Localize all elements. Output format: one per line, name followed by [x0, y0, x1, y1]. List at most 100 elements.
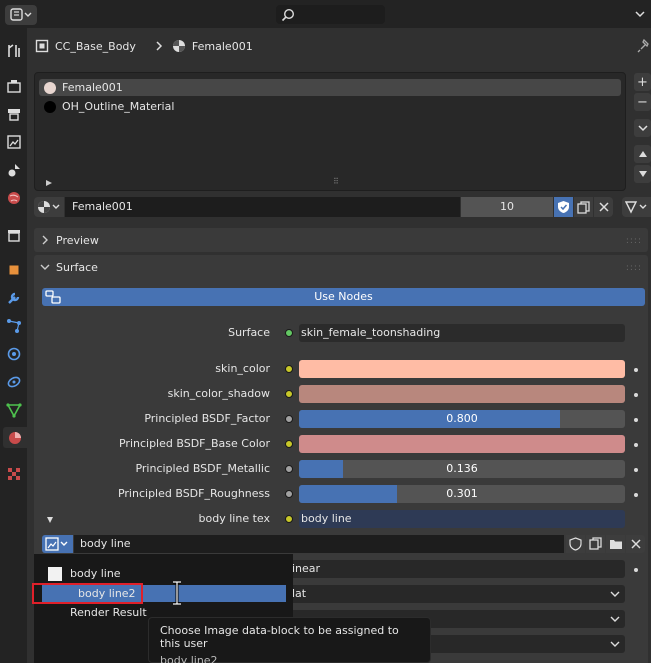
modifier-tab-icon[interactable]: [3, 287, 24, 308]
tooltip-value: body line2: [160, 654, 218, 663]
slot-specials-button[interactable]: [634, 119, 651, 137]
tool-tab-icon[interactable]: [3, 40, 24, 61]
scene-tab-icon[interactable]: [3, 159, 24, 180]
shield-icon: [569, 537, 582, 551]
fake-user-button[interactable]: [554, 197, 573, 217]
duplicate-icon: [589, 537, 602, 550]
open-image-button[interactable]: [606, 535, 625, 553]
constraints-tab-icon[interactable]: [3, 371, 24, 392]
material-name-field[interactable]: Female001: [65, 197, 460, 217]
value-socket-icon[interactable]: [285, 415, 293, 423]
tooltip: Choose Image data-block to be assigned t…: [148, 617, 431, 663]
move-slot-down-button[interactable]: [634, 165, 651, 183]
value-socket-icon[interactable]: [285, 465, 293, 473]
expand-triangle-icon[interactable]: [46, 514, 54, 527]
slot-name: Female001: [62, 81, 123, 94]
animate-dot-icon[interactable]: [634, 468, 638, 472]
new-image-button[interactable]: [586, 535, 605, 553]
preview-panel-header[interactable]: Preview ::::: [34, 228, 648, 252]
texture-tab-icon[interactable]: [3, 463, 24, 484]
interpolation-dropdown[interactable]: inear: [288, 560, 625, 578]
animate-dot-icon[interactable]: [634, 493, 638, 497]
add-slot-button[interactable]: +: [634, 73, 651, 91]
chevron-down-icon: [637, 125, 648, 132]
color-socket-icon[interactable]: [285, 365, 293, 373]
body-line-tex-link[interactable]: body line: [299, 510, 625, 528]
animate-dot-icon[interactable]: [634, 443, 638, 447]
breadcrumb-material-name: Female001: [191, 39, 253, 53]
duplicate-material-button[interactable]: [574, 197, 593, 217]
skin-color-swatch[interactable]: [299, 360, 625, 378]
prop-label-skin-color-shadow: skin_color_shadow: [167, 387, 270, 400]
use-nodes-button[interactable]: Use Nodes: [42, 288, 645, 306]
popup-item-label: body line: [70, 567, 121, 580]
physics-tab-icon[interactable]: [3, 343, 24, 364]
particles-tab-icon[interactable]: [3, 315, 24, 336]
resize-grip-icon[interactable]: ⠿: [333, 177, 339, 186]
shield-icon: [558, 201, 569, 213]
drag-grip-icon[interactable]: ::::: [626, 263, 642, 273]
close-icon: [598, 202, 609, 212]
slider-value: 0.301: [446, 487, 478, 500]
triangle-down-icon: [638, 171, 647, 177]
close-icon: [631, 539, 641, 549]
animate-dot-icon[interactable]: [634, 393, 638, 397]
breadcrumb: CC_Base_Body Female001: [35, 36, 253, 56]
chevron-down-icon[interactable]: [634, 6, 646, 22]
material-tab-icon[interactable]: [3, 427, 27, 448]
animate-dot-icon[interactable]: [634, 368, 638, 372]
view-layer-tab-icon[interactable]: [3, 131, 24, 152]
material-preview-icon: [44, 100, 56, 113]
color-socket-icon[interactable]: [285, 440, 293, 448]
popup-item-body-line[interactable]: body line: [38, 565, 289, 582]
animate-dot-icon[interactable]: [634, 418, 638, 422]
bsdf-metallic-slider[interactable]: 0.136: [299, 460, 625, 478]
duplicate-icon: [577, 200, 590, 214]
pin-icon[interactable]: [636, 38, 650, 57]
list-item[interactable]: Female001: [39, 79, 621, 96]
drag-grip-icon[interactable]: ::::: [626, 236, 642, 246]
surface-shader-field[interactable]: skin_female_toonshading: [299, 324, 625, 342]
list-item[interactable]: OH_Outline_Material: [39, 98, 621, 115]
surface-panel-header[interactable]: Surface ::::: [34, 255, 648, 279]
color-socket-icon[interactable]: [285, 515, 293, 523]
editor-type-selector[interactable]: [5, 5, 37, 25]
browse-material-button[interactable]: [34, 197, 64, 217]
skin-color-shadow-swatch[interactable]: [299, 385, 625, 403]
list-expand-icon[interactable]: [45, 177, 53, 190]
object-tab-icon[interactable]: [3, 259, 24, 280]
bsdf-roughness-slider[interactable]: 0.301: [299, 485, 625, 503]
unlink-image-button[interactable]: [626, 535, 645, 553]
object-data-tab-icon[interactable]: [3, 399, 24, 420]
tooltip-description: Choose Image data-block to be assigned t…: [160, 624, 399, 650]
move-slot-up-button[interactable]: [634, 145, 651, 163]
node-link-button[interactable]: [622, 197, 651, 217]
animate-dot-icon[interactable]: [634, 568, 638, 572]
bsdf-base-color-swatch[interactable]: [299, 435, 625, 453]
panel-title: Preview: [56, 233, 99, 247]
material-users-count[interactable]: 10: [461, 197, 553, 217]
material-slot-list: Female001 OH_Outline_Material ⠿: [34, 72, 626, 191]
bsdf-factor-slider[interactable]: 0.800: [299, 410, 625, 428]
shader-socket-icon: [285, 329, 293, 337]
output-tab-icon[interactable]: [3, 103, 24, 124]
panel-title: Surface: [56, 260, 98, 274]
value-socket-icon[interactable]: [285, 490, 293, 498]
properties-search-input[interactable]: [276, 5, 385, 24]
search-icon: [281, 8, 295, 22]
unlink-material-button[interactable]: [594, 197, 613, 217]
world-tab-icon[interactable]: [3, 187, 24, 208]
collection-tab-icon[interactable]: [3, 224, 24, 245]
browse-image-button[interactable]: [42, 535, 73, 553]
projection-dropdown[interactable]: lat: [288, 585, 625, 603]
render-tab-icon[interactable]: [3, 75, 24, 96]
slider-value: 0.800: [446, 412, 478, 425]
dropdown-value: inear: [292, 562, 321, 575]
image-name-field[interactable]: body line: [74, 535, 564, 553]
chevron-down-icon: [610, 616, 620, 622]
color-socket-icon[interactable]: [285, 390, 293, 398]
remove-slot-button[interactable]: −: [634, 93, 651, 111]
image-fake-user-button[interactable]: [566, 535, 585, 553]
prop-label-bsdf-metallic: Principled BSDF_Metallic: [135, 462, 270, 475]
breadcrumb-object-name: CC_Base_Body: [55, 39, 136, 53]
